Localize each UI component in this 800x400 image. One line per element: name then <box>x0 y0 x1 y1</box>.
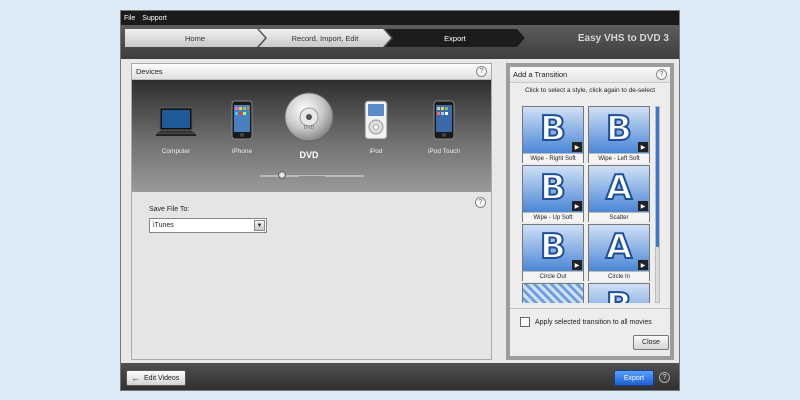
transition-preview: B <box>589 284 649 303</box>
transition-preview: A ▶ <box>589 225 649 271</box>
slider-thumb[interactable] <box>278 171 286 179</box>
device-dvd[interactable]: DVD DVD <box>284 92 334 160</box>
devices-title: Devices <box>136 67 163 76</box>
transition-tile[interactable]: A ▶ Scatter <box>588 165 650 222</box>
transition-tile[interactable]: B ▶ Wipe - Right Soft <box>522 106 584 163</box>
transition-label: Wipe - Left Soft <box>589 153 649 163</box>
divider <box>510 308 670 309</box>
save-file-label: Save File To: <box>149 206 190 213</box>
devices-help-icon[interactable]: ? <box>476 66 487 77</box>
play-icon[interactable]: ▶ <box>572 201 582 211</box>
device-label: Computer <box>161 148 191 155</box>
device-label: DVD <box>299 150 319 160</box>
transition-tile[interactable]: B ▶ Wipe - Left Soft <box>588 106 650 163</box>
play-icon[interactable]: ▶ <box>572 142 582 152</box>
menu-bar: File Support <box>121 11 679 25</box>
transition-preview: B ▶ <box>523 166 583 212</box>
laptop-icon <box>154 107 198 136</box>
save-area: ? Save File To: iTunes ▼ <box>132 192 491 359</box>
transition-tile[interactable]: B ▶ Wipe - Up Soft <box>522 165 584 222</box>
export-button[interactable]: Export <box>614 370 654 386</box>
bottom-help-icon[interactable]: ? <box>659 372 670 383</box>
transition-instructions: Click to select a style, click again to … <box>524 87 656 94</box>
transition-label: Circle In <box>589 271 649 281</box>
device-ipod-touch[interactable]: iPod Touch <box>428 100 460 155</box>
step-bar: Home Record, Import, Edit Export Easy VH… <box>121 25 679 59</box>
device-ipod[interactable]: iPod <box>362 100 390 155</box>
step-export[interactable]: Export <box>385 29 525 47</box>
transition-letter: A <box>605 227 633 268</box>
device-label: iPod <box>369 148 383 155</box>
play-icon[interactable]: ▶ <box>572 260 582 270</box>
transition-letter: B <box>605 109 633 150</box>
transition-scrollbar[interactable] <box>655 106 660 303</box>
transition-preview: B ▶ <box>523 107 583 153</box>
save-destination-select[interactable]: iTunes ▼ <box>149 218 267 233</box>
transition-tile[interactable]: B <box>588 283 650 303</box>
device-computer[interactable]: Computer <box>154 106 198 155</box>
play-icon[interactable]: ▶ <box>638 201 648 211</box>
transition-panel: Add a Transition ? Click to select a sty… <box>506 63 674 360</box>
transition-label: Wipe - Right Soft <box>523 153 583 163</box>
transition-preview: B ▶ <box>589 107 649 153</box>
transition-header: Add a Transition ? <box>510 67 670 83</box>
step-breadcrumb: Home Record, Import, Edit Export <box>125 29 531 47</box>
menu-file[interactable]: File <box>124 15 135 22</box>
transition-label: Scatter <box>589 212 649 222</box>
devices-panel: Devices ? Computer iPhone DVD DVD iPod i… <box>131 63 492 360</box>
iphone-icon <box>231 100 253 140</box>
transition-preview: B ▶ <box>523 225 583 271</box>
save-help-icon[interactable]: ? <box>475 197 486 208</box>
play-icon[interactable]: ▶ <box>638 260 648 270</box>
save-destination-value: iTunes <box>153 222 174 229</box>
apply-all-checkbox[interactable] <box>520 317 530 327</box>
svg-text:DVD: DVD <box>304 125 315 131</box>
selection-notch <box>298 176 326 183</box>
close-button[interactable]: Close <box>633 335 669 350</box>
ipod-touch-icon <box>433 100 455 140</box>
ipod-icon <box>364 100 388 140</box>
transition-letter: A <box>605 168 633 209</box>
transition-tile[interactable] <box>522 283 584 303</box>
device-label: iPhone <box>231 148 253 155</box>
transition-title: Add a Transition <box>513 70 568 79</box>
transition-preview: A ▶ <box>589 166 649 212</box>
transition-letter: B <box>605 288 633 303</box>
device-label: iPod Touch <box>428 148 461 155</box>
transition-preview <box>523 284 583 303</box>
arrow-left-icon: ← <box>131 373 140 383</box>
apply-all-option: Apply selected transition to all movies <box>520 317 652 327</box>
transition-label: Circle Out <box>523 271 583 281</box>
dvd-disc-icon: DVD <box>284 92 334 142</box>
transition-letter: B <box>539 109 567 150</box>
scrollbar-thumb[interactable] <box>656 107 659 247</box>
edit-videos-label: Edit Videos <box>144 374 180 382</box>
step-record-import-edit[interactable]: Record, Import, Edit <box>259 29 391 47</box>
step-home[interactable]: Home <box>125 29 265 47</box>
chevron-down-icon[interactable]: ▼ <box>254 220 265 231</box>
devices-header: Devices ? <box>132 64 491 80</box>
app-window: File Support Home Record, Import, Edit E… <box>120 10 680 391</box>
apply-all-label: Apply selected transition to all movies <box>535 318 652 326</box>
bottom-bar: ← Edit Videos Export ? <box>121 363 679 390</box>
transition-tile[interactable]: B ▶ Circle Out <box>522 224 584 281</box>
device-iphone[interactable]: iPhone <box>230 100 254 155</box>
edit-videos-button[interactable]: ← Edit Videos <box>126 370 186 386</box>
transition-grid: B ▶ Wipe - Right Soft B ▶ Wipe - Left So… <box>522 106 652 303</box>
brand-title: Easy VHS to DVD 3 <box>577 33 669 44</box>
transition-label: Wipe - Up Soft <box>523 212 583 222</box>
play-icon[interactable]: ▶ <box>638 142 648 152</box>
transition-help-icon[interactable]: ? <box>656 69 667 80</box>
transition-letter: B <box>539 227 567 268</box>
transition-letter: B <box>539 168 567 209</box>
transition-tile[interactable]: A ▶ Circle In <box>588 224 650 281</box>
menu-support[interactable]: Support <box>142 15 167 22</box>
